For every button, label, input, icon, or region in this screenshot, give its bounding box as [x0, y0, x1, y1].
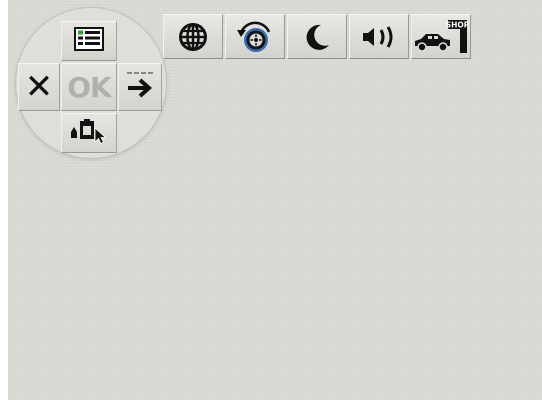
night-mode-button[interactable]	[287, 14, 347, 59]
cancel-button[interactable]: ✕	[18, 63, 60, 111]
moon-icon	[302, 22, 332, 52]
top-toolbar: SHOP	[163, 14, 471, 59]
next-button[interactable]	[118, 63, 162, 111]
volume-button[interactable]	[349, 14, 409, 59]
wheel-rotation-button[interactable]	[225, 14, 285, 59]
shop-sign-text: SHOP	[446, 20, 469, 29]
ok-button[interactable]: OK	[61, 63, 117, 111]
speaker-icon	[360, 22, 398, 52]
ok-label: OK	[67, 70, 111, 104]
navigation-pad: ✕ OK	[16, 8, 166, 158]
touch-select-button[interactable]	[61, 113, 117, 153]
close-icon: ✕	[24, 67, 54, 107]
wheel-rotation-icon	[236, 19, 274, 55]
next-arrow-icon	[125, 69, 155, 105]
menu-button[interactable]	[61, 21, 117, 61]
language-button[interactable]	[163, 14, 223, 59]
globe-icon	[178, 22, 208, 52]
shop-button[interactable]: SHOP	[411, 14, 471, 59]
touch-select-icon	[69, 118, 109, 148]
car-shop-icon: SHOP	[413, 19, 469, 55]
menu-list-icon	[74, 27, 104, 55]
